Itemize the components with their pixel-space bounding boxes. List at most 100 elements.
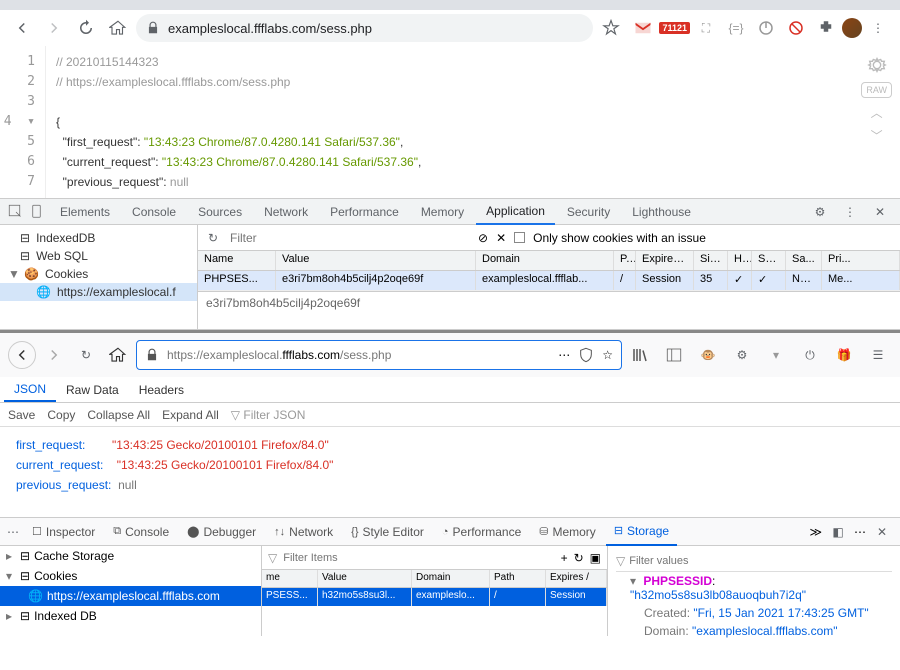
tree-cookie-domain[interactable]: 🌐 https://exampleslocal.f xyxy=(0,283,197,301)
tab-storage[interactable]: ⊟ Storage xyxy=(606,518,677,546)
cookie-row[interactable]: PSESS... h32mo5s8su3l... exampleslo... /… xyxy=(262,588,607,606)
avatar[interactable] xyxy=(842,18,862,38)
menu-icon[interactable]: ☰ xyxy=(864,341,892,369)
home-button[interactable] xyxy=(104,341,132,369)
address-bar[interactable]: exampleslocal.ffflabs.com/sess.php xyxy=(136,14,593,42)
th-samesite[interactable]: Sa... xyxy=(786,251,822,270)
th-path[interactable]: Path xyxy=(490,570,546,587)
tree-cache[interactable]: ▸⊟ Cache Storage xyxy=(0,546,261,566)
tab-lighthouse[interactable]: Lighthouse xyxy=(622,199,701,225)
th-expires[interactable]: Expires / xyxy=(546,570,607,587)
th-path[interactable]: P... xyxy=(614,251,636,270)
th-domain[interactable]: Domain xyxy=(412,570,490,587)
gmail-icon[interactable] xyxy=(629,14,657,42)
th-value[interactable]: Value xyxy=(318,570,412,587)
tab-debugger[interactable]: ⬤ Debugger xyxy=(179,518,264,546)
filter-input[interactable] xyxy=(230,231,470,245)
ext-icon-1[interactable]: ⛶ xyxy=(692,14,720,42)
tree-indexed[interactable]: ▸⊟ Indexed DB xyxy=(0,606,261,626)
th-http[interactable]: H... xyxy=(728,251,752,270)
puzzle-icon[interactable] xyxy=(812,14,840,42)
tab-headers[interactable]: Headers xyxy=(129,377,194,402)
tab-elements[interactable]: Elements xyxy=(50,199,120,225)
th-secure[interactable]: Sec... xyxy=(752,251,786,270)
refresh-icon[interactable]: ↻ xyxy=(204,224,222,252)
save-button[interactable]: Save xyxy=(8,408,35,422)
ext-icon-1[interactable]: 🐵 xyxy=(694,341,722,369)
tab-console[interactable]: ⧉ Console xyxy=(105,518,177,546)
tab-network[interactable]: ↑↓ Network xyxy=(266,518,341,546)
reload-button[interactable]: ↻ xyxy=(72,341,100,369)
th-name[interactable]: me xyxy=(262,570,318,587)
tab-sources[interactable]: Sources xyxy=(188,199,252,225)
more-icon[interactable]: ≫ xyxy=(809,525,822,539)
cookie-row[interactable]: PHPSES... e3ri7bm8oh4b5cilj4p2oqe69f exa… xyxy=(198,271,900,291)
block-icon[interactable] xyxy=(782,14,810,42)
tab-application[interactable]: Application xyxy=(476,199,555,225)
block-icon[interactable]: ⊘ xyxy=(478,231,488,245)
reload-button[interactable] xyxy=(72,14,100,42)
th-value[interactable]: Value xyxy=(276,251,476,270)
forward-button[interactable] xyxy=(40,341,68,369)
close-icon[interactable]: ✕ xyxy=(866,198,894,226)
th-priority[interactable]: Pri... xyxy=(822,251,900,270)
close-icon[interactable]: ⋯ xyxy=(4,518,22,546)
ext-icon-3[interactable]: ▾ xyxy=(762,341,790,369)
filter-values-input[interactable] xyxy=(629,555,892,567)
chevron-up-icon[interactable]: ︿ xyxy=(871,104,883,121)
forward-button[interactable] xyxy=(40,14,68,42)
tree-cookies[interactable]: ▼🍪 Cookies xyxy=(0,265,197,283)
tab-security[interactable]: Security xyxy=(557,199,620,225)
gear-icon[interactable]: ⚙ xyxy=(806,198,834,226)
tab-json[interactable]: JSON xyxy=(4,377,56,402)
address-bar[interactable]: https://exampleslocal.ffflabs.com/sess.p… xyxy=(136,340,622,370)
inspect-icon[interactable] xyxy=(6,198,26,226)
tab-console[interactable]: Console xyxy=(122,199,186,225)
star-icon[interactable] xyxy=(597,14,625,42)
library-icon[interactable] xyxy=(626,341,654,369)
th-domain[interactable]: Domain xyxy=(476,251,614,270)
copy-button[interactable]: Copy xyxy=(47,408,75,422)
device-icon[interactable] xyxy=(28,198,48,226)
gear-icon[interactable] xyxy=(866,54,888,76)
tree-websql[interactable]: ⊟ Web SQL xyxy=(0,247,197,265)
issue-checkbox[interactable] xyxy=(514,232,525,243)
power-icon[interactable]: ⏻ xyxy=(796,341,824,369)
ext-icon-2[interactable]: {=} xyxy=(722,14,750,42)
tab-memory[interactable]: Memory xyxy=(411,199,474,225)
page-actions-icon[interactable]: ⋯ xyxy=(558,348,570,362)
expand-button[interactable]: Expand All xyxy=(162,408,219,422)
close-icon[interactable]: ✕ xyxy=(868,518,896,546)
menu-icon[interactable]: ⋯ xyxy=(854,525,866,539)
back-button[interactable] xyxy=(8,14,36,42)
th-name[interactable]: Name xyxy=(198,251,276,270)
menu-icon[interactable]: ⋮ xyxy=(864,14,892,42)
tree-cookies[interactable]: ▾⊟ Cookies xyxy=(0,566,261,586)
tab-performance[interactable]: ◔ Performance xyxy=(434,518,529,546)
collapse-button[interactable]: Collapse All xyxy=(87,408,150,422)
more-icon[interactable]: ⋮ xyxy=(836,198,864,226)
ext-icon-4[interactable]: 🎁 xyxy=(830,341,858,369)
power-icon[interactable] xyxy=(752,14,780,42)
tree-cookie-domain[interactable]: 🌐 https://exampleslocal.ffflabs.com xyxy=(0,586,261,606)
th-size[interactable]: Size xyxy=(694,251,728,270)
filter-json[interactable]: Filter JSON xyxy=(243,408,305,422)
clear-icon[interactable]: ✕ xyxy=(496,231,506,245)
tab-style[interactable]: {} Style Editor xyxy=(343,518,432,546)
sidebar-toggle-icon[interactable]: ▣ xyxy=(590,551,601,565)
sidebar-icon[interactable] xyxy=(660,341,688,369)
chevron-down-icon[interactable]: ﹀ xyxy=(871,127,883,144)
add-icon[interactable]: + xyxy=(561,551,568,565)
shield-icon[interactable] xyxy=(578,347,594,363)
refresh-icon[interactable]: ↻ xyxy=(574,551,584,565)
filter-items-input[interactable] xyxy=(283,552,554,564)
back-button[interactable] xyxy=(8,341,36,369)
tab-inspector[interactable]: ☐ Inspector xyxy=(24,518,103,546)
raw-button[interactable]: RAW xyxy=(861,82,892,98)
tab-network[interactable]: Network xyxy=(254,199,318,225)
tab-raw[interactable]: Raw Data xyxy=(56,377,129,402)
tree-indexeddb[interactable]: ⊟ IndexedDB xyxy=(0,229,197,247)
tab-memory[interactable]: ⛁ Memory xyxy=(531,518,604,546)
home-button[interactable] xyxy=(104,14,132,42)
th-expires[interactable]: Expires... xyxy=(636,251,694,270)
